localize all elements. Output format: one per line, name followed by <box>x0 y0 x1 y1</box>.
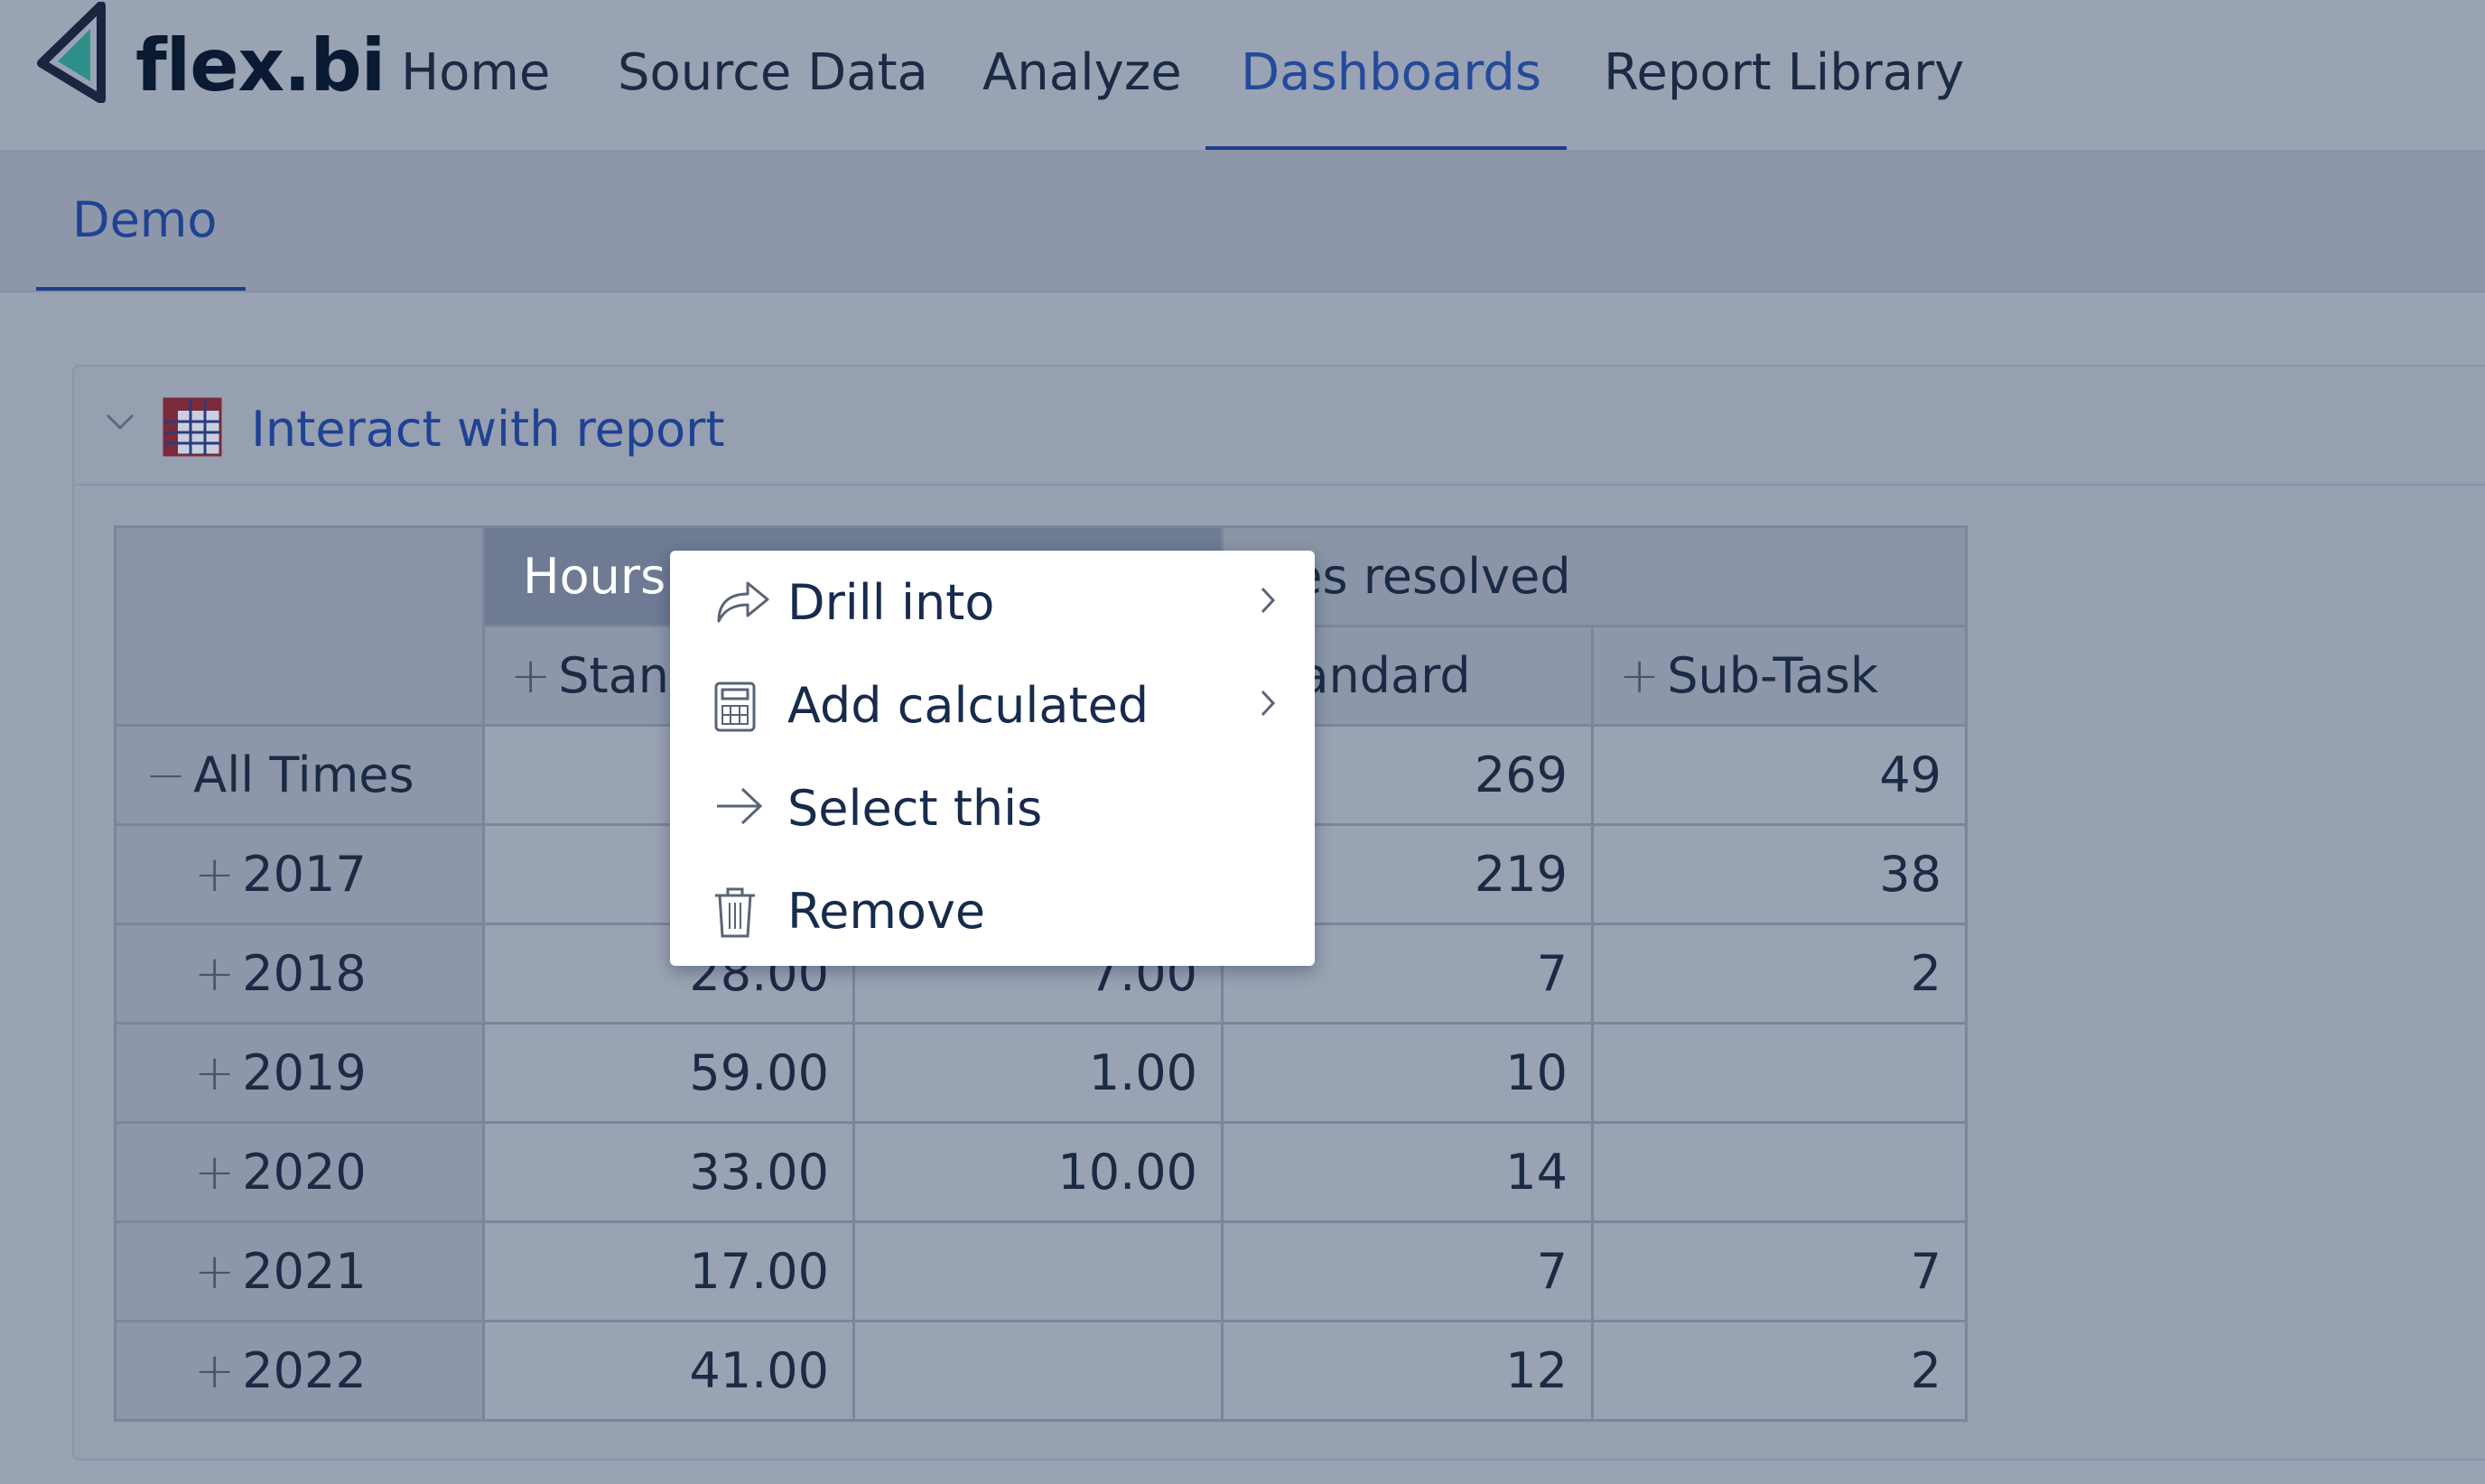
table-cell[interactable]: 7 <box>1591 1220 1968 1322</box>
logo-text: flex.bi <box>135 23 386 107</box>
arrow-right-icon <box>717 787 763 825</box>
menu-item-label: Drill into <box>787 574 995 631</box>
menu-item-add-calculated[interactable]: Add calculated <box>670 654 1315 756</box>
table-row: +2020 33.00 10.00 14 <box>114 1121 1968 1223</box>
nav-home[interactable]: Home <box>401 43 550 102</box>
plus-icon[interactable]: + <box>194 945 235 1002</box>
menu-item-select-this[interactable]: Select this <box>670 756 1315 859</box>
nav-dashboards[interactable]: Dashboards <box>1241 43 1541 102</box>
trash-icon <box>715 887 755 938</box>
chevron-right-icon <box>1261 587 1276 614</box>
table-cell[interactable]: 1.00 <box>852 1022 1224 1124</box>
dashboard-tabs: Demo <box>0 152 2485 292</box>
row-header[interactable]: +2017 <box>114 823 485 925</box>
table-row: +2019 59.00 1.00 10 <box>114 1022 1968 1124</box>
share-arrow-icon <box>717 581 769 623</box>
calculator-icon <box>714 682 756 732</box>
plus-icon[interactable]: + <box>1619 647 1660 704</box>
menu-item-label: Add calculated <box>787 677 1149 734</box>
nav-report-library[interactable]: Report Library <box>1604 43 1964 102</box>
table-cell[interactable]: 59.00 <box>482 1022 855 1124</box>
chevron-down-icon[interactable] <box>105 412 135 431</box>
tab-demo[interactable]: Demo <box>72 191 217 248</box>
report-panel-header: Interact with report <box>74 366 2485 486</box>
plus-icon[interactable]: + <box>194 1144 235 1201</box>
active-tab-indicator <box>36 287 246 291</box>
row-header[interactable]: − All Times <box>114 724 485 826</box>
chevron-right-icon <box>1261 690 1276 717</box>
table-cell[interactable]: 49 <box>1591 724 1968 826</box>
table-cell[interactable]: 10 <box>1221 1022 1594 1124</box>
menu-item-drill-into[interactable]: Drill into <box>670 551 1315 654</box>
row-header[interactable]: +2019 <box>114 1022 485 1124</box>
table-cell[interactable] <box>852 1320 1224 1422</box>
active-nav-indicator <box>1205 146 1567 150</box>
plus-icon[interactable]: + <box>194 846 235 903</box>
row-header[interactable]: +2020 <box>114 1121 485 1223</box>
table-cell[interactable]: 2 <box>1591 923 1968 1025</box>
table-cell[interactable]: 2 <box>1591 1320 1968 1422</box>
nav-analyze[interactable]: Analyze <box>982 43 1182 102</box>
table-cell[interactable]: 38 <box>1591 823 1968 925</box>
table-report-icon <box>163 397 222 457</box>
table-cell[interactable]: 10.00 <box>852 1121 1224 1223</box>
flexbi-logo-icon <box>37 2 106 103</box>
plus-icon[interactable]: + <box>194 1044 235 1101</box>
menu-item-label: Remove <box>787 883 986 940</box>
menu-item-remove[interactable]: Remove <box>670 859 1315 962</box>
table-cell[interactable] <box>1591 1022 1968 1124</box>
row-header[interactable]: +2021 <box>114 1220 485 1322</box>
table-corner <box>114 525 485 727</box>
menu-item-label: Select this <box>787 780 1043 837</box>
table-cell[interactable]: 7 <box>1221 1220 1594 1322</box>
table-cell[interactable] <box>1591 1121 1968 1223</box>
row-header[interactable]: +2018 <box>114 923 485 1025</box>
table-cell[interactable]: 14 <box>1221 1121 1594 1223</box>
column-header[interactable]: + Sub-Task <box>1591 625 1968 727</box>
table-cell[interactable]: 17.00 <box>482 1220 855 1322</box>
plus-icon[interactable]: + <box>510 647 551 704</box>
table-cell[interactable]: 12 <box>1221 1320 1594 1422</box>
context-menu: Drill into Add calculated Select this Re… <box>670 551 1315 966</box>
table-row: +2021 17.00 7 7 <box>114 1220 1968 1322</box>
plus-icon[interactable]: + <box>194 1342 235 1399</box>
report-title[interactable]: Interact with report <box>251 401 725 458</box>
table-cell[interactable]: 41.00 <box>482 1320 855 1422</box>
row-header[interactable]: +2022 <box>114 1320 485 1422</box>
top-navigation: flex.bi Home Source Data Analyze Dashboa… <box>0 0 2485 152</box>
table-cell[interactable] <box>852 1220 1224 1322</box>
nav-source-data[interactable]: Source Data <box>618 43 928 102</box>
minus-icon[interactable]: − <box>145 747 186 803</box>
table-row: +2022 41.00 12 2 <box>114 1320 1968 1422</box>
plus-icon[interactable]: + <box>194 1243 235 1300</box>
column-group-issues-resolved[interactable]: ues resolved <box>1221 525 1968 627</box>
table-cell[interactable]: 33.00 <box>482 1121 855 1223</box>
